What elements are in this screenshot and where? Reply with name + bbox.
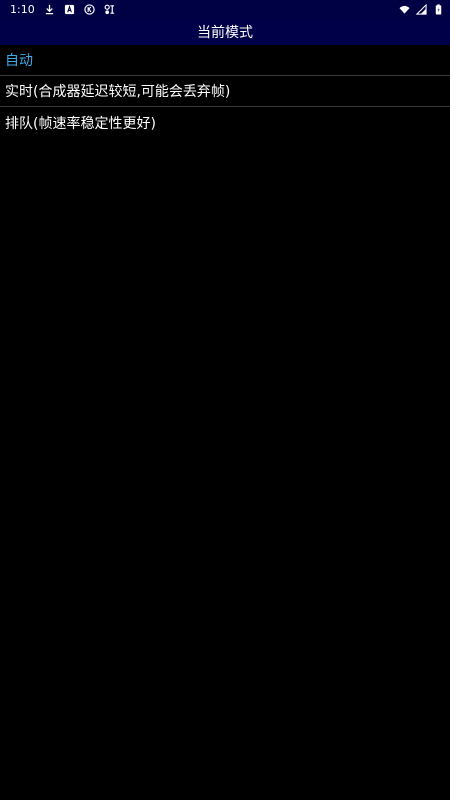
network-tools-icon [104, 4, 115, 15]
status-bar-right [399, 4, 444, 15]
mode-option-realtime[interactable]: 实时(合成器延迟较短,可能会丢弃帧) [0, 76, 450, 107]
battery-icon [433, 4, 444, 15]
title-bar: 当前模式 [0, 19, 450, 45]
k-icon [84, 4, 95, 15]
status-time: 1:10 [10, 3, 35, 16]
notification-a-icon [64, 4, 75, 15]
mode-list: 自动 实时(合成器延迟较短,可能会丢弃帧) 排队(帧速率稳定性更好) [0, 45, 450, 138]
mode-option-label: 实时(合成器延迟较短,可能会丢弃帧) [5, 84, 231, 100]
signal-icon [416, 4, 427, 15]
wifi-icon [399, 4, 410, 15]
mode-option-label: 自动 [5, 53, 33, 69]
download-icon [44, 4, 55, 15]
page-title: 当前模式 [197, 25, 253, 41]
mode-option-label: 排队(帧速率稳定性更好) [5, 115, 156, 132]
status-bar-left: 1:10 [10, 3, 115, 16]
status-bar: 1:10 [0, 0, 450, 19]
mode-option-queued[interactable]: 排队(帧速率稳定性更好) [0, 107, 450, 138]
mode-option-auto[interactable]: 自动 [0, 45, 450, 76]
